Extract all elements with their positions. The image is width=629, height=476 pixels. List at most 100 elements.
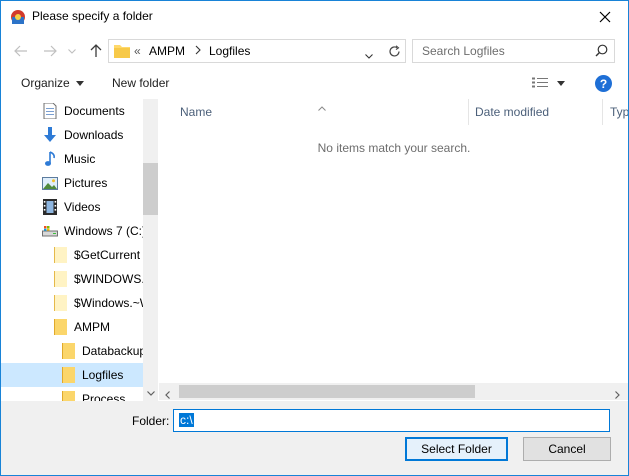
tree-item-logfiles[interactable]: Logfiles [1, 363, 143, 387]
videos-icon [42, 199, 58, 215]
tree-item-label: AMPM [74, 320, 110, 334]
folder-icon [60, 343, 76, 359]
scroll-left-icon[interactable] [165, 388, 170, 401]
new-folder-label: New folder [112, 76, 170, 90]
new-folder-button[interactable]: New folder [112, 76, 169, 90]
chevron-down-icon [68, 48, 76, 54]
tree-item-label: Logfiles [82, 368, 124, 382]
column-header-name[interactable]: Name [180, 99, 212, 125]
tree-item-label: Documents [64, 104, 125, 118]
address-bar[interactable]: « AMPM Logfiles [108, 39, 406, 63]
app-icon [10, 9, 26, 25]
tree-item-label: Databackup [82, 344, 143, 358]
command-bar: Organize New folder ? [1, 69, 628, 99]
chevron-down-icon [365, 54, 373, 59]
tree-item-databackup[interactable]: Databackup [1, 339, 143, 363]
breadcrumb-separator-icon[interactable] [195, 44, 201, 58]
tree-item-videos[interactable]: Videos [1, 195, 143, 219]
search-icon[interactable] [595, 44, 608, 60]
scroll-right-icon[interactable] [615, 388, 620, 401]
tree-item-documents[interactable]: Documents [1, 99, 143, 123]
column-header-type[interactable]: Typ [610, 99, 628, 125]
tree-item-process[interactable]: Process [1, 387, 143, 401]
column-header-date-modified[interactable]: Date modified [475, 99, 549, 125]
back-button[interactable] [11, 41, 31, 61]
tree-item-getcurrent[interactable]: $GetCurrent [1, 243, 143, 267]
organize-label: Organize [21, 76, 70, 90]
recent-locations-button[interactable] [65, 41, 79, 61]
dropdown-arrow-icon [75, 80, 84, 86]
navigation-pane[interactable]: Documents Downloads Music Pictures Video… [1, 99, 158, 401]
column-divider[interactable] [602, 99, 603, 125]
breadcrumb-item-ampm[interactable]: AMPM [149, 44, 185, 58]
tree-item-windows-ws[interactable]: $Windows.~W [1, 291, 143, 315]
title-bar: Please specify a folder [1, 1, 628, 32]
scrollbar-thumb[interactable] [143, 163, 158, 215]
arrow-right-icon [44, 45, 57, 57]
forward-button[interactable] [40, 41, 60, 61]
help-button[interactable]: ? [595, 75, 612, 92]
scroll-down-icon[interactable] [147, 385, 155, 399]
browser-area: Documents Downloads Music Pictures Video… [1, 99, 628, 401]
horizontal-scrollbar[interactable] [159, 383, 628, 400]
tree-item-ampm[interactable]: AMPM [1, 315, 143, 339]
navigation-scrollbar[interactable] [143, 99, 158, 401]
folder-icon [52, 319, 68, 335]
tree-item-downloads[interactable]: Downloads [1, 123, 143, 147]
arrow-up-icon [90, 44, 102, 57]
tree-item-windows7-drive[interactable]: Windows 7 (C:) [1, 219, 143, 243]
breadcrumb-overflow[interactable]: « [134, 44, 141, 58]
scrollbar-thumb[interactable] [179, 385, 475, 398]
address-dropdown-button[interactable] [365, 48, 373, 62]
up-button[interactable] [86, 41, 106, 61]
folder-icon [52, 271, 68, 287]
folder-icon [60, 391, 76, 401]
dialog-footer: Folder: c:\ Select Folder Cancel [1, 401, 628, 475]
downloads-icon [42, 127, 58, 143]
search-input[interactable] [413, 40, 589, 62]
view-details-icon [532, 77, 548, 88]
sort-ascending-icon [318, 100, 326, 114]
tree-item-label: Music [64, 152, 96, 166]
arrow-left-icon [14, 45, 27, 57]
tree-item-pictures[interactable]: Pictures [1, 171, 143, 195]
folder-icon [60, 367, 76, 383]
folder-icon [52, 247, 68, 263]
tree-item-label: $Windows.~W [74, 296, 143, 310]
drive-icon [42, 223, 58, 239]
folder-picker-dialog: Please specify a folder « AMPM Logfiles [0, 0, 629, 476]
documents-icon [42, 103, 58, 119]
refresh-button[interactable] [383, 40, 405, 62]
music-icon [42, 151, 58, 167]
close-icon [599, 11, 611, 22]
tree-item-label: Pictures [64, 176, 108, 190]
cancel-button[interactable]: Cancel [523, 437, 611, 461]
pictures-icon [42, 175, 58, 191]
tree-item-windows-bt[interactable]: $WINDOWS.~ [1, 267, 143, 291]
column-divider[interactable] [468, 99, 469, 125]
tree-item-label: Downloads [64, 128, 124, 142]
view-options-button[interactable] [557, 81, 565, 86]
refresh-icon [389, 44, 400, 57]
folder-label: Folder: [132, 414, 170, 428]
folder-input-value: c:\ [179, 413, 194, 427]
tree-item-label: $WINDOWS.~ [74, 272, 143, 286]
file-list-pane[interactable]: Name Date modified Typ No items match yo… [159, 99, 628, 401]
tree-item-label: Process [82, 392, 126, 401]
organize-button[interactable]: Organize [21, 76, 84, 90]
change-view-button[interactable] [532, 77, 548, 89]
search-box [412, 39, 615, 63]
close-button[interactable] [582, 1, 628, 32]
help-icon: ? [599, 76, 608, 91]
select-folder-button[interactable]: Select Folder [405, 437, 508, 461]
dropdown-arrow-icon [557, 81, 565, 86]
folder-input[interactable]: c:\ [173, 409, 610, 432]
tree-item-music[interactable]: Music [1, 147, 143, 171]
breadcrumb-item-logfiles[interactable]: Logfiles [209, 44, 250, 58]
tree-item-label: $GetCurrent [74, 248, 141, 262]
folder-icon [52, 295, 68, 311]
tree-item-label: Videos [64, 200, 101, 214]
window-title: Please specify a folder [32, 9, 153, 23]
folder-icon [114, 44, 130, 61]
tree-item-label: Windows 7 (C:) [64, 224, 143, 238]
